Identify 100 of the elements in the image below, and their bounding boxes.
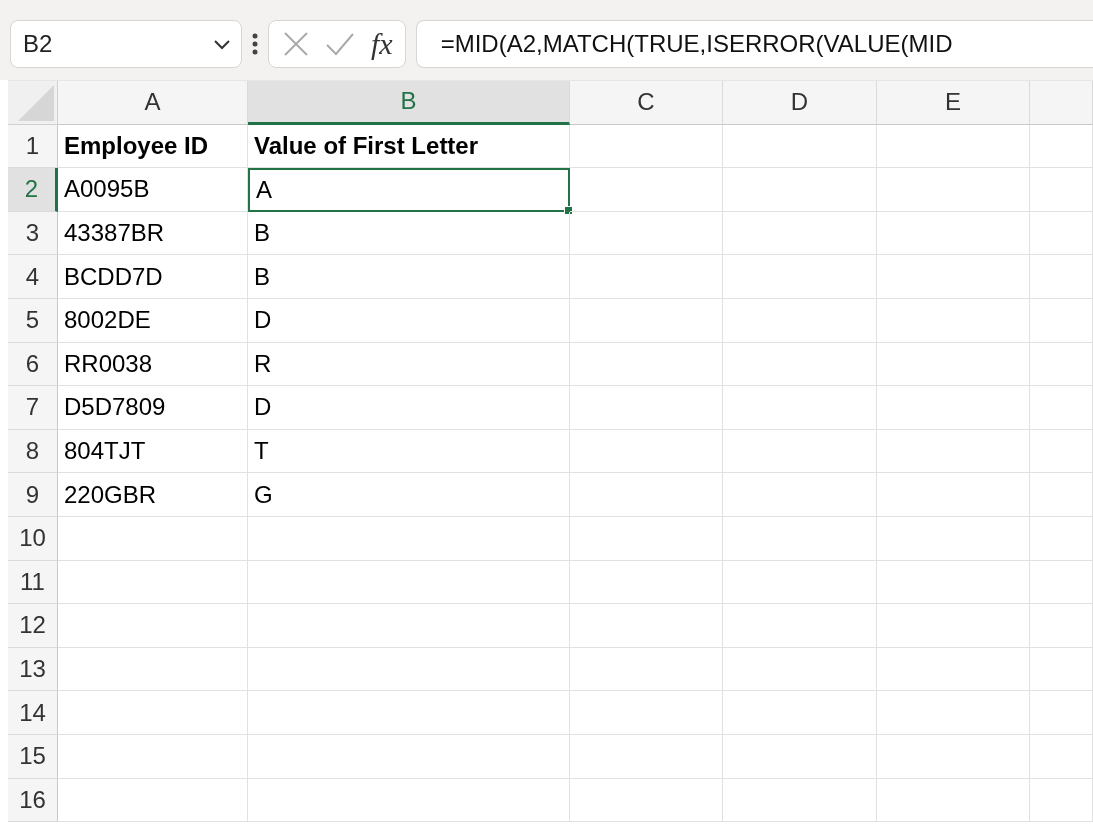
row-header[interactable]: 9 <box>8 473 58 517</box>
table-cell[interactable]: B <box>248 211 570 256</box>
table-cell[interactable] <box>877 473 1030 517</box>
table-cell[interactable] <box>570 647 723 692</box>
table-cell[interactable]: Value of First Letter <box>248 124 570 169</box>
row-header[interactable]: 6 <box>8 342 58 387</box>
table-cell[interactable]: D <box>248 386 570 430</box>
table-cell[interactable] <box>877 560 1030 605</box>
table-cell[interactable] <box>877 647 1030 692</box>
formula-field[interactable]: =MID(A2,MATCH(TRUE,ISERROR(VALUE(MID <box>415 20 1093 68</box>
table-cell[interactable] <box>248 778 570 823</box>
table-cell[interactable] <box>570 734 723 779</box>
table-cell[interactable] <box>723 429 877 474</box>
table-cell[interactable] <box>1030 124 1093 169</box>
table-cell[interactable] <box>723 691 877 735</box>
table-cell[interactable]: Employee ID <box>58 124 248 169</box>
table-cell[interactable] <box>723 734 877 779</box>
table-cell[interactable]: 43387BR <box>58 211 248 256</box>
row-header[interactable]: 11 <box>8 560 58 605</box>
table-cell[interactable] <box>58 604 248 648</box>
row-header[interactable]: 3 <box>8 211 58 256</box>
table-cell[interactable] <box>1030 734 1093 779</box>
column-header[interactable]: B <box>248 81 570 125</box>
table-cell[interactable] <box>58 734 248 779</box>
table-cell[interactable] <box>248 691 570 735</box>
table-cell[interactable] <box>1030 691 1093 735</box>
table-cell[interactable] <box>1030 473 1093 517</box>
table-cell[interactable] <box>248 604 570 648</box>
row-header[interactable]: 15 <box>8 734 58 779</box>
table-cell[interactable] <box>570 560 723 605</box>
table-cell[interactable]: RR0038 <box>58 342 248 387</box>
table-cell[interactable] <box>248 516 570 561</box>
table-cell[interactable]: 804TJT <box>58 429 248 474</box>
table-cell[interactable]: R <box>248 342 570 387</box>
insert-function-button[interactable]: fx <box>371 27 393 61</box>
column-header[interactable]: E <box>877 81 1030 125</box>
table-cell[interactable] <box>570 211 723 256</box>
table-cell[interactable] <box>877 124 1030 169</box>
table-cell[interactable]: BCDD7D <box>58 255 248 299</box>
table-cell[interactable] <box>570 255 723 299</box>
table-cell[interactable] <box>877 342 1030 387</box>
table-cell[interactable] <box>570 516 723 561</box>
select-all-button[interactable] <box>8 81 58 125</box>
row-header[interactable]: 10 <box>8 516 58 561</box>
table-cell[interactable] <box>570 604 723 648</box>
table-cell[interactable] <box>248 647 570 692</box>
column-header[interactable]: D <box>723 81 877 125</box>
table-cell[interactable] <box>1030 604 1093 648</box>
table-cell[interactable] <box>570 429 723 474</box>
table-cell[interactable]: D5D7809 <box>58 386 248 430</box>
table-cell[interactable] <box>1030 516 1093 561</box>
table-cell[interactable] <box>723 647 877 692</box>
row-header[interactable]: 7 <box>8 386 58 430</box>
table-cell[interactable] <box>570 778 723 823</box>
table-cell[interactable] <box>723 778 877 823</box>
table-cell[interactable] <box>1030 342 1093 387</box>
chevron-down-icon[interactable] <box>213 38 231 50</box>
row-header[interactable]: 13 <box>8 647 58 692</box>
column-header[interactable]: C <box>570 81 723 125</box>
column-header[interactable]: A <box>58 81 248 125</box>
table-cell[interactable] <box>877 778 1030 823</box>
table-cell[interactable] <box>58 516 248 561</box>
close-icon[interactable] <box>283 31 309 57</box>
table-cell[interactable] <box>877 429 1030 474</box>
row-header[interactable]: 8 <box>8 429 58 474</box>
table-cell[interactable] <box>723 560 877 605</box>
table-cell[interactable] <box>248 734 570 779</box>
table-cell[interactable] <box>723 124 877 169</box>
fill-handle[interactable] <box>564 205 573 215</box>
table-cell[interactable] <box>1030 211 1093 256</box>
table-cell[interactable] <box>877 691 1030 735</box>
table-cell[interactable] <box>1030 778 1093 823</box>
table-cell[interactable] <box>570 691 723 735</box>
table-cell[interactable]: B <box>248 255 570 299</box>
table-cell[interactable] <box>1030 647 1093 692</box>
table-cell[interactable] <box>723 168 877 212</box>
table-cell[interactable] <box>877 734 1030 779</box>
table-cell[interactable] <box>58 691 248 735</box>
checkmark-icon[interactable] <box>325 32 355 56</box>
table-cell[interactable]: T <box>248 429 570 474</box>
row-header[interactable]: 2 <box>8 168 58 212</box>
table-cell[interactable] <box>570 298 723 343</box>
table-cell[interactable] <box>1030 298 1093 343</box>
column-header[interactable] <box>1030 81 1093 125</box>
table-cell[interactable] <box>877 255 1030 299</box>
table-cell[interactable] <box>723 473 877 517</box>
row-header[interactable]: 5 <box>8 298 58 343</box>
table-cell[interactable] <box>877 298 1030 343</box>
row-header[interactable]: 4 <box>8 255 58 299</box>
table-cell[interactable]: A <box>248 168 570 212</box>
row-header[interactable]: 12 <box>8 604 58 648</box>
table-cell[interactable]: 220GBR <box>58 473 248 517</box>
table-cell[interactable] <box>877 516 1030 561</box>
table-cell[interactable] <box>1030 255 1093 299</box>
table-cell[interactable] <box>1030 386 1093 430</box>
row-header[interactable]: 14 <box>8 691 58 735</box>
table-cell[interactable] <box>1030 429 1093 474</box>
table-cell[interactable] <box>58 560 248 605</box>
table-cell[interactable] <box>248 560 570 605</box>
table-cell[interactable] <box>723 255 877 299</box>
